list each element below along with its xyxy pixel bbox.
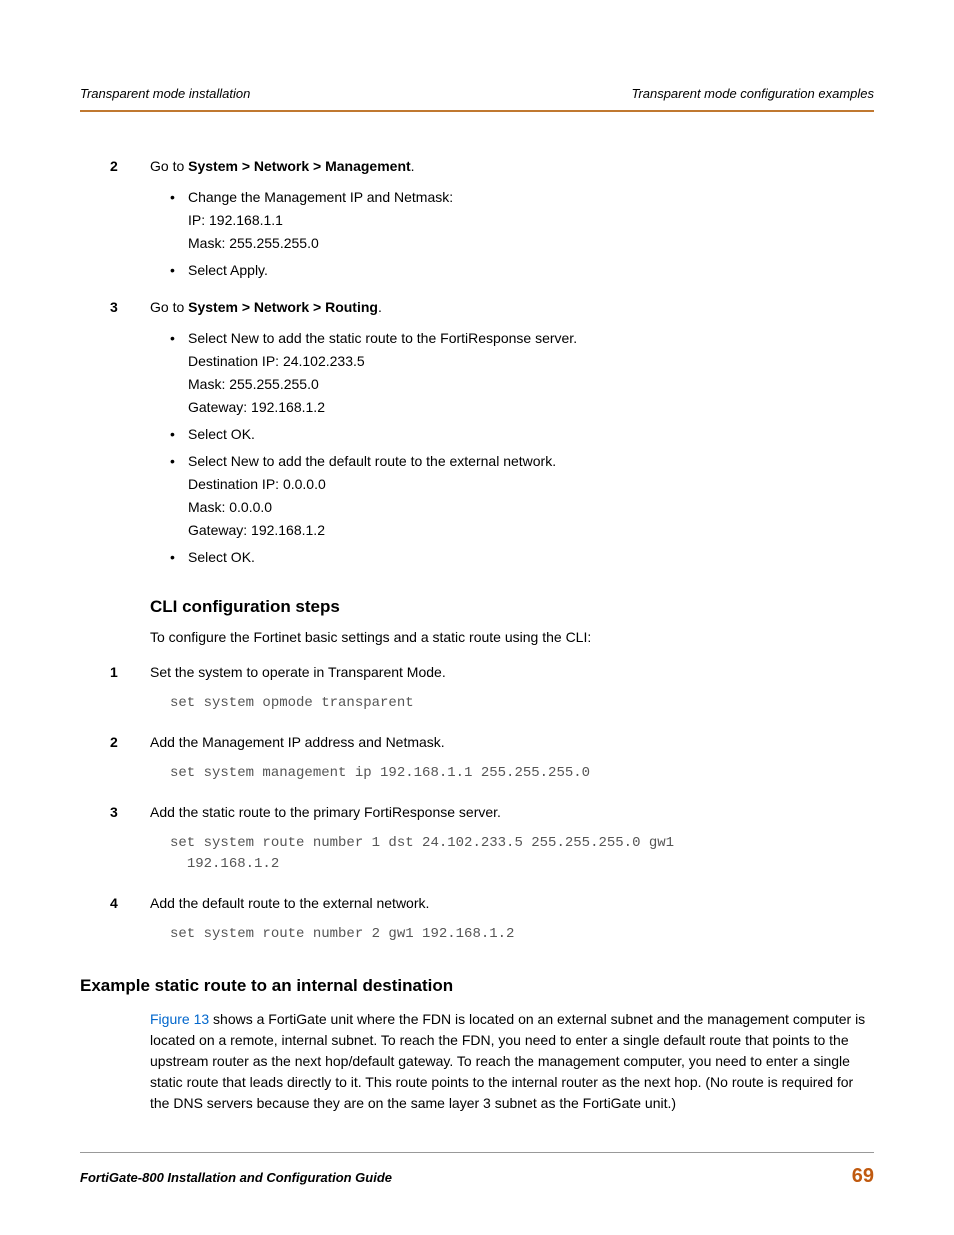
cli-step-text: Set the system to operate in Transparent… (150, 662, 446, 683)
cli-heading: CLI configuration steps (150, 594, 874, 620)
code-block: set system opmode transparent (170, 693, 874, 714)
step-lead: Go to (150, 299, 188, 315)
code-block: set system route number 2 gw1 192.168.1.… (170, 924, 874, 945)
cli-step-number: 2 (110, 732, 150, 753)
bullet-subline: Gateway: 192.168.1.2 (188, 397, 874, 418)
figure-reference-link[interactable]: Figure 13 (150, 1011, 209, 1027)
bullet-subline: Mask: 255.255.255.0 (188, 233, 874, 254)
bullet-item: Select OK. (170, 424, 874, 445)
step-3-bullets: Select New to add the static route to th… (170, 328, 874, 568)
section-heading: Example static route to an internal dest… (80, 973, 874, 999)
header-right: Transparent mode configuration examples (631, 84, 874, 104)
footer-doc-title: FortiGate-800 Installation and Configura… (80, 1168, 392, 1188)
bullet-item: Select New to add the static route to th… (170, 328, 874, 418)
cli-step-1: 1 Set the system to operate in Transpare… (150, 662, 874, 683)
page-footer: FortiGate-800 Installation and Configura… (80, 1152, 874, 1191)
cli-step-text: Add the Management IP address and Netmas… (150, 732, 445, 753)
step-3: 3 Go to System > Network > Routing. (150, 297, 874, 318)
paragraph-rest: shows a FortiGate unit where the FDN is … (150, 1011, 865, 1111)
step-tail: . (378, 299, 382, 315)
cli-step-number: 4 (110, 893, 150, 914)
cli-intro: To configure the Fortinet basic settings… (150, 627, 874, 648)
step-text: Go to System > Network > Management. (150, 156, 415, 177)
step-number: 2 (110, 156, 150, 177)
bullet-text: Change the Management IP and Netmask: (188, 189, 453, 205)
step-text: Go to System > Network > Routing. (150, 297, 382, 318)
cli-step-3: 3 Add the static route to the primary Fo… (150, 802, 874, 823)
bullet-item: Change the Management IP and Netmask: IP… (170, 187, 874, 254)
bullet-text: Select Apply. (188, 262, 268, 278)
step-tail: . (411, 158, 415, 174)
bullet-subline: Mask: 255.255.255.0 (188, 374, 874, 395)
content-body: 2 Go to System > Network > Management. C… (80, 156, 874, 1114)
cli-step-text: Add the static route to the primary Fort… (150, 802, 501, 823)
step-number: 3 (110, 297, 150, 318)
bullet-subline: Mask: 0.0.0.0 (188, 497, 874, 518)
bullet-subline: Destination IP: 24.102.233.5 (188, 351, 874, 372)
section-paragraph: Figure 13 shows a FortiGate unit where t… (150, 1009, 874, 1114)
page: Transparent mode installation Transparen… (0, 0, 954, 1235)
step-lead: Go to (150, 158, 188, 174)
bullet-item: Select New to add the default route to t… (170, 451, 874, 541)
nav-path: System > Network > Routing (188, 299, 378, 315)
code-block: set system management ip 192.168.1.1 255… (170, 763, 874, 784)
cli-step-text: Add the default route to the external ne… (150, 893, 429, 914)
cli-step-2: 2 Add the Management IP address and Netm… (150, 732, 874, 753)
running-header: Transparent mode installation Transparen… (80, 84, 874, 112)
bullet-subline: Destination IP: 0.0.0.0 (188, 474, 874, 495)
code-block: set system route number 1 dst 24.102.233… (170, 833, 874, 875)
bullet-text: Select New to add the default route to t… (188, 453, 556, 469)
header-left: Transparent mode installation (80, 84, 250, 104)
nav-path: System > Network > Management (188, 158, 411, 174)
cli-step-number: 3 (110, 802, 150, 823)
bullet-item: Select Apply. (170, 260, 874, 281)
bullet-subline: Gateway: 192.168.1.2 (188, 520, 874, 541)
step-2-bullets: Change the Management IP and Netmask: IP… (170, 187, 874, 281)
footer-page-number: 69 (852, 1161, 874, 1191)
bullet-text: Select New to add the static route to th… (188, 330, 577, 346)
cli-step-number: 1 (110, 662, 150, 683)
step-2: 2 Go to System > Network > Management. (150, 156, 874, 177)
bullet-subline: IP: 192.168.1.1 (188, 210, 874, 231)
bullet-text: Select OK. (188, 426, 255, 442)
cli-step-4: 4 Add the default route to the external … (150, 893, 874, 914)
bullet-text: Select OK. (188, 549, 255, 565)
bullet-item: Select OK. (170, 547, 874, 568)
